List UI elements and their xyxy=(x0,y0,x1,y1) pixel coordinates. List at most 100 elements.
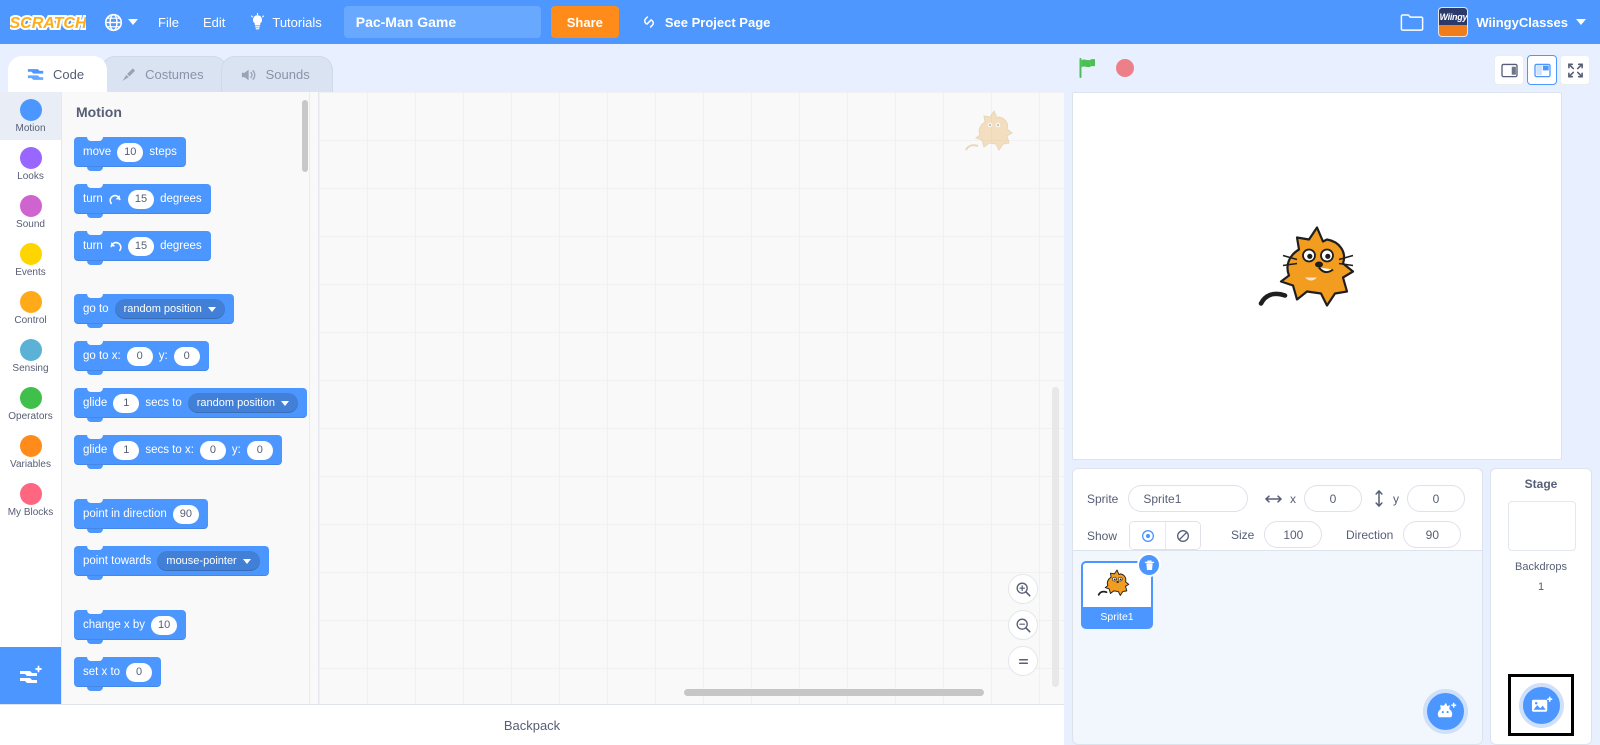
block-input-steps[interactable]: 10 xyxy=(117,142,144,162)
sprite-size-input[interactable] xyxy=(1264,521,1323,548)
block-turn-left[interactable]: turn 15 degrees xyxy=(74,231,211,265)
menu-file[interactable]: File xyxy=(146,0,191,44)
fullscreen-button[interactable] xyxy=(1560,55,1590,85)
block-text: move xyxy=(83,146,112,158)
block-glide-to-xy[interactable]: glide 1 secs to x: 0 y: 0 xyxy=(74,435,282,469)
category-label: Sound xyxy=(16,218,45,230)
block-text: secs to x: xyxy=(145,444,194,456)
workspace-horizontal-scrollbar[interactable] xyxy=(684,689,984,696)
zoom-in-button[interactable] xyxy=(1008,574,1038,604)
stop-button[interactable] xyxy=(1114,57,1136,79)
block-dropdown-target[interactable]: random position xyxy=(187,393,299,413)
category-color-dot xyxy=(19,194,42,217)
folder-icon xyxy=(1400,14,1424,31)
block-text: steps xyxy=(149,146,177,158)
zoom-reset-button[interactable] xyxy=(1008,646,1038,676)
green-flag-button[interactable] xyxy=(1076,56,1100,80)
block-palette[interactable]: Motion move 10 steps turn 15 degrees tur… xyxy=(62,92,319,704)
large-stage-button[interactable] xyxy=(1527,55,1557,85)
block-input-dx[interactable]: 10 xyxy=(151,615,178,635)
block-go-to-xy[interactable]: go to x: 0 y: 0 xyxy=(74,341,209,375)
code-workspace[interactable] xyxy=(319,92,1064,704)
choose-backdrop-icon xyxy=(1531,696,1552,712)
tab-sounds[interactable]: Sounds xyxy=(220,56,333,92)
category-my-blocks[interactable]: My Blocks xyxy=(0,476,61,524)
block-set-x-to[interactable]: set x to 0 xyxy=(74,657,162,691)
block-text: set x to xyxy=(83,666,121,678)
block-move-steps[interactable]: move 10 steps xyxy=(74,137,186,171)
choose-sprite-button[interactable] xyxy=(1423,689,1468,734)
large-stage-icon xyxy=(1533,63,1551,77)
account-menu[interactable]: Wiingy WiingyClasses xyxy=(1438,7,1600,37)
stage-selector-panel[interactable]: Stage Backdrops 1 xyxy=(1490,468,1592,745)
choose-backdrop-button[interactable] xyxy=(1518,682,1564,728)
stage-sprite-cat[interactable] xyxy=(1257,222,1377,331)
show-hidden-button[interactable] xyxy=(1165,522,1201,549)
lightbulb-icon xyxy=(249,13,266,31)
block-input-degrees[interactable]: 15 xyxy=(127,236,155,256)
block-dropdown-target[interactable]: random position xyxy=(114,299,225,319)
block-input-degrees[interactable]: 15 xyxy=(127,189,155,209)
tab-code[interactable]: Code xyxy=(8,56,108,92)
block-input-x[interactable]: 0 xyxy=(126,346,153,366)
block-input-secs[interactable]: 1 xyxy=(113,393,140,413)
small-stage-button[interactable] xyxy=(1494,55,1524,85)
sprite-delete-button[interactable] xyxy=(1137,553,1161,577)
category-label: My Blocks xyxy=(7,506,54,518)
category-variables[interactable]: Variables xyxy=(0,428,61,476)
category-events[interactable]: Events xyxy=(0,236,61,284)
category-color-dot xyxy=(19,242,42,265)
block-turn-right[interactable]: turn 15 degrees xyxy=(74,184,211,218)
project-title-input[interactable] xyxy=(343,6,541,38)
backpack-bar[interactable]: Backpack xyxy=(0,704,1064,745)
category-label: Looks xyxy=(17,170,44,182)
backpack-label: Backpack xyxy=(503,717,561,733)
block-go-to[interactable]: go to random position xyxy=(74,294,234,328)
zoom-in-icon xyxy=(1016,582,1031,597)
block-glide-to[interactable]: glide 1 secs to random position xyxy=(74,388,308,422)
block-input-x[interactable]: 0 xyxy=(199,440,226,460)
scratch-logo[interactable]: SCRATCH SCRATCH xyxy=(10,9,86,35)
show-label: Show xyxy=(1087,528,1118,543)
sprite-direction-input[interactable] xyxy=(1403,521,1462,548)
language-selector[interactable] xyxy=(86,0,146,44)
workspace-vertical-scrollbar[interactable] xyxy=(1052,387,1059,687)
sprite-y-input[interactable] xyxy=(1407,485,1465,512)
block-input-y[interactable]: 0 xyxy=(246,440,273,460)
block-change-x-by[interactable]: change x by 10 xyxy=(74,610,187,644)
block-input-direction[interactable]: 90 xyxy=(172,504,199,524)
stage-canvas[interactable] xyxy=(1072,92,1562,460)
share-button[interactable]: Share xyxy=(550,6,619,38)
sprite-tile-sprite1[interactable]: Sprite1 xyxy=(1081,553,1161,629)
category-motion[interactable]: Motion xyxy=(0,92,61,140)
block-point-in-direction[interactable]: point in direction 90 xyxy=(74,499,208,533)
tab-costumes[interactable]: Costumes xyxy=(101,56,227,92)
account-name: WiingyClasses xyxy=(1476,14,1568,30)
block-dropdown-target[interactable]: mouse-pointer xyxy=(157,551,260,571)
my-stuff-button[interactable] xyxy=(1386,12,1438,32)
sprite-name-input[interactable] xyxy=(1128,485,1249,512)
category-looks[interactable]: Looks xyxy=(0,140,61,188)
block-text: turn xyxy=(83,240,103,252)
category-sensing[interactable]: Sensing xyxy=(0,332,61,380)
add-extension-button[interactable] xyxy=(0,647,61,704)
block-point-towards[interactable]: point towards mouse-pointer xyxy=(74,546,269,580)
show-visible-button[interactable] xyxy=(1130,522,1166,549)
category-operators[interactable]: Operators xyxy=(0,380,61,428)
see-project-page-button[interactable]: See Project Page xyxy=(629,6,783,38)
palette-scrollbar[interactable] xyxy=(302,100,308,172)
block-input-x[interactable]: 0 xyxy=(126,662,153,682)
menu-edit[interactable]: Edit xyxy=(191,0,237,44)
block-input-secs[interactable]: 1 xyxy=(113,440,140,460)
sprite-x-input[interactable] xyxy=(1304,485,1362,512)
stop-sign-icon xyxy=(1116,59,1134,77)
category-sound[interactable]: Sound xyxy=(0,188,61,236)
horizontal-arrows-icon xyxy=(1265,494,1282,503)
zoom-out-button[interactable] xyxy=(1008,610,1038,640)
menu-tutorials[interactable]: Tutorials xyxy=(237,0,333,44)
block-input-y[interactable]: 0 xyxy=(173,346,200,366)
category-color-dot xyxy=(19,146,42,169)
category-control[interactable]: Control xyxy=(0,284,61,332)
backdrops-count: 1 xyxy=(1537,581,1545,593)
stage-area-right-edge xyxy=(1592,92,1600,745)
